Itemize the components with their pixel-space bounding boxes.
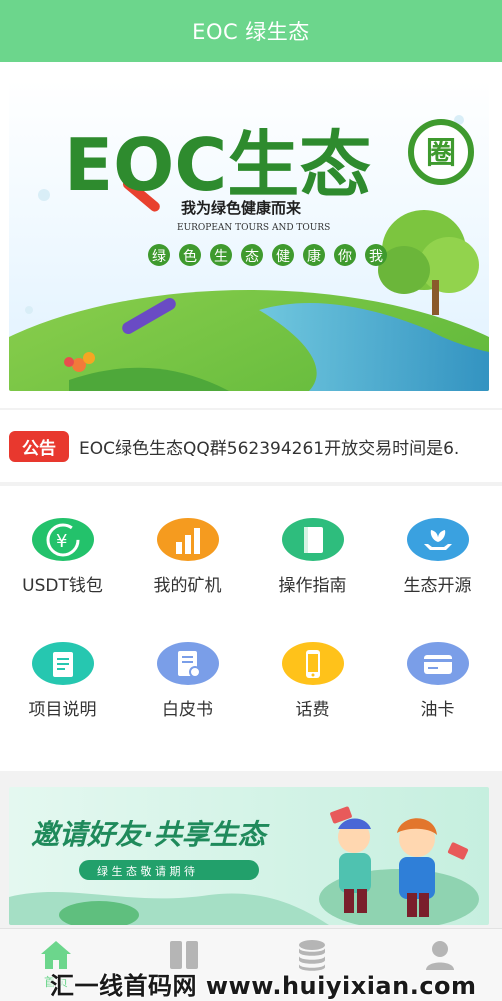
menu-grid: ¥ USDT钱包 我的矿机 操作指南 生态开源 项目说明 白皮书 话费 油卡 — [0, 486, 502, 771]
notice-text: EOC绿色生态QQ群562394261开放交易时间是6. — [79, 438, 460, 459]
banner-logo-circle: 圈 — [426, 136, 456, 171]
watermark-text: 汇一线首码网 www.huiyixian.com — [50, 972, 477, 1000]
banner-carousel[interactable]: EOC生态 圈 我为绿色健康而来 EUROPEAN TOURS AND TOUR… — [9, 80, 489, 391]
banner-subtitle: EUROPEAN TOURS AND TOURS — [177, 223, 330, 233]
menu-item-project-info[interactable]: 项目说明 — [0, 610, 125, 720]
banner-chip: 你 — [338, 249, 352, 265]
menu-item-fuel-card[interactable]: 油卡 — [375, 610, 500, 720]
invite-title: 邀请好友·共享生态 — [31, 818, 271, 851]
menu-label: 生态开源 — [403, 576, 472, 596]
banner-image: EOC生态 圈 我为绿色健康而来 EUROPEAN TOURS AND TOUR… — [9, 80, 489, 391]
page-title: EOC 绿生态 — [192, 20, 310, 44]
menu-label: 项目说明 — [28, 700, 97, 720]
book-icon — [281, 518, 344, 561]
svg-text:¥: ¥ — [56, 531, 67, 552]
invite-banner-image: 邀请好友·共享生态 绿 生 态 敬 请 期 待 — [9, 787, 489, 925]
menu-label: 话费 — [295, 700, 330, 720]
menu-label: USDT钱包 — [22, 576, 103, 596]
banner-slogan: 我为绿色健康而来 — [181, 199, 302, 217]
invite-ribbon: 绿 生 态 敬 请 期 待 — [97, 864, 195, 878]
plant-hands-icon — [406, 518, 469, 561]
menu-item-my-miner[interactable]: 我的矿机 — [125, 486, 250, 596]
menu-item-eco-open[interactable]: 生态开源 — [375, 486, 500, 596]
banner-chip: 健 — [276, 249, 290, 265]
banner-chip: 康 — [307, 248, 321, 265]
banner-section: EOC生态 圈 我为绿色健康而来 EUROPEAN TOURS AND TOUR… — [0, 62, 502, 408]
menu-item-guide[interactable]: 操作指南 — [250, 486, 375, 596]
menu-label: 操作指南 — [278, 576, 347, 596]
banner-chip: 态 — [245, 249, 259, 265]
menu-item-whitepaper[interactable]: 白皮书 — [125, 610, 250, 720]
yen-wallet-icon: ¥ — [31, 518, 94, 561]
invite-banner[interactable]: 邀请好友·共享生态 绿 生 态 敬 请 期 待 — [9, 787, 489, 925]
app-header: EOC 绿生态 — [0, 0, 502, 62]
menu-item-phone-bill[interactable]: 话费 — [250, 610, 375, 720]
banner-chip: 绿 — [152, 249, 166, 265]
banner-chip: 生 — [214, 249, 228, 265]
banner-logo-text: EOC生态 — [64, 123, 371, 207]
bar-chart-icon — [156, 518, 219, 561]
notice-badge: 公告 — [9, 430, 69, 462]
whitepaper-icon — [156, 642, 219, 685]
banner-chip: 色 — [183, 248, 197, 265]
menu-label: 白皮书 — [162, 700, 213, 720]
menu-label: 油卡 — [420, 700, 455, 720]
banner-chip: 我 — [369, 249, 383, 265]
document-icon — [31, 642, 94, 685]
menu-label: 我的矿机 — [153, 576, 222, 596]
menu-item-usdt-wallet[interactable]: ¥ USDT钱包 — [0, 486, 125, 596]
phone-icon — [281, 642, 344, 685]
card-icon — [406, 642, 469, 685]
notice-bar[interactable]: 公告 EOC绿色生态QQ群562394261开放交易时间是6. — [0, 410, 502, 482]
